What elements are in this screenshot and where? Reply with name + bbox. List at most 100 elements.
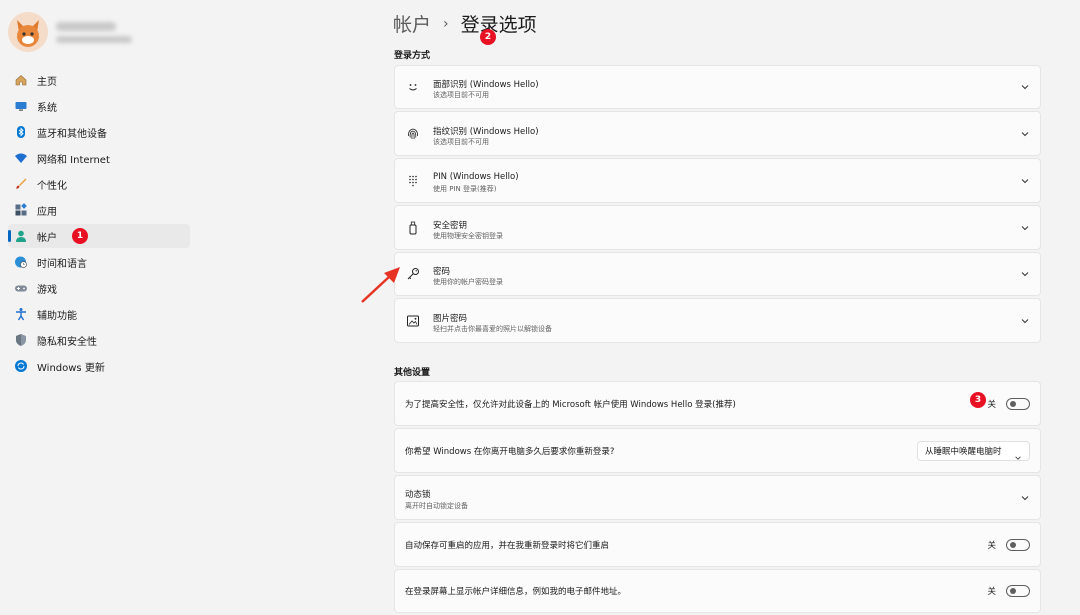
chevron-down-icon [1014,447,1022,466]
setting-subtitle: 离开时自动锁定设备 [405,502,468,510]
sidebar-item-label: 时间和语言 [37,258,87,270]
picture-icon [405,313,421,329]
sidebar-nav: 主页 系统 蓝牙和其他设备 网络和 Internet 个性化 应用 帐户 1 时… [8,68,190,380]
sidebar-item-gaming[interactable]: 游戏 [8,276,190,300]
login-option-picture-password[interactable]: 图片密码 轻扫并点击你最喜爱的照片以解锁设备 [394,298,1041,343]
shield-icon [14,333,28,347]
globe-clock-icon [14,255,28,269]
login-option-title: 密码 [433,267,451,277]
apps-icon [14,203,28,217]
section-title-login-methods: 登录方式 [394,51,431,61]
toggle-container: 关 [987,397,1030,410]
login-option-fingerprint[interactable]: 指纹识别 (Windows Hello) 该选项目前不可用 [394,111,1041,156]
chevron-down-icon [1020,493,1030,503]
page-title: 登录选项 [460,14,537,36]
breadcrumb-separator-icon: › [443,15,449,32]
toggle-container: 关 [987,585,1030,597]
setting-hello-only: 为了提高安全性，仅允许对此设备上的 Microsoft 帐户使用 Windows… [394,381,1041,426]
sidebar-item-system[interactable]: 系统 [8,94,190,118]
login-option-security-key[interactable]: 安全密钥 使用物理安全密钥登录 [394,205,1041,250]
sidebar-item-label: 应用 [37,206,57,218]
sidebar-item-label: 系统 [37,102,57,114]
login-option-title: 图片密码 [433,314,468,324]
update-icon [14,359,28,373]
home-icon [14,73,28,87]
setting-label: 自动保存可重启的应用，并在我重新登录时将它们重启 [405,540,610,551]
sidebar-item-label: 帐户 [37,232,57,244]
login-option-title: 安全密钥 [433,221,468,231]
toggle-state-label: 关 [987,540,996,551]
section-title-other-settings: 其他设置 [394,368,431,378]
sidebar-item-label: 网络和 Internet [37,154,110,166]
usb-key-icon [405,220,421,236]
key-icon [405,266,421,282]
monitor-icon [14,99,28,113]
pin-keypad-icon [405,173,421,189]
face-icon [405,79,421,95]
setting-label: 你希望 Windows 在你离开电脑多久后要求你重新登录? [405,446,615,457]
chevron-down-icon [1020,269,1030,279]
sidebar-item-windows-update[interactable]: Windows 更新 [8,354,190,378]
login-option-subtitle: 该选项目前不可用 [433,91,489,99]
login-option-subtitle: 使用物理安全密钥登录 [433,232,503,240]
login-option-subtitle: 使用你的帐户密码登录 [433,278,503,286]
sidebar-item-label: 主页 [37,76,57,88]
sidebar-item-apps[interactable]: 应用 [8,198,190,222]
sidebar: 主页 系统 蓝牙和其他设备 网络和 Internet 个性化 应用 帐户 1 时… [0,0,200,615]
login-option-pin[interactable]: PIN (Windows Hello) 使用 PIN 登录(推荐) [394,158,1041,203]
hello-only-toggle[interactable] [1006,397,1030,410]
sidebar-item-label: 个性化 [37,180,67,192]
annotation-arrow-icon [361,267,400,303]
toggle-container: 关 [987,538,1030,551]
login-option-title: 指纹识别 (Windows Hello) [433,127,539,137]
bluetooth-icon [14,125,28,139]
login-option-subtitle: 使用 PIN 登录(推荐) [433,185,497,193]
sidebar-item-label: 蓝牙和其他设备 [37,128,107,140]
sidebar-item-personalization[interactable]: 个性化 [8,172,190,196]
sidebar-item-label: Windows 更新 [37,362,105,374]
chevron-down-icon [1020,129,1030,139]
breadcrumb-parent[interactable]: 帐户 [393,10,431,37]
accessibility-icon [14,307,28,321]
gamepad-icon [14,281,28,295]
show-details-toggle[interactable] [1006,585,1030,597]
annotation-badge-1: 1 [72,228,88,244]
login-option-password[interactable]: 密码 使用你的帐户密码登录 [394,252,1041,296]
account-name-blurred [56,21,132,43]
annotation-badge-2: 2 [480,29,496,45]
sidebar-item-privacy[interactable]: 隐私和安全性 [8,328,190,352]
sidebar-item-label: 辅助功能 [37,310,77,322]
brush-icon [14,177,28,191]
sidebar-item-bluetooth[interactable]: 蓝牙和其他设备 [8,120,190,144]
sidebar-item-accounts[interactable]: 帐户 1 [8,224,190,248]
profile[interactable] [8,12,132,52]
sidebar-item-accessibility[interactable]: 辅助功能 [8,302,190,326]
setting-require-signin: 你希望 Windows 在你离开电脑多久后要求你重新登录? 从睡眠中唤醒电脑时 [394,428,1041,473]
chevron-down-icon [1020,223,1030,233]
wifi-icon [14,151,28,165]
login-option-title: PIN (Windows Hello) [433,172,519,182]
breadcrumb: 帐户 › 登录选项 [393,10,537,37]
sidebar-item-home[interactable]: 主页 [8,68,190,92]
person-icon [14,229,28,243]
toggle-state-label: 关 [987,587,996,597]
dropdown-value: 从睡眠中唤醒电脑时 [925,446,1002,457]
login-option-title: 面部识别 (Windows Hello) [433,80,539,90]
setting-label: 在登录屏幕上显示帐户详细信息，例如我的电子邮件地址。 [405,587,627,597]
restart-apps-toggle[interactable] [1006,538,1030,551]
sidebar-item-label: 游戏 [37,284,57,296]
setting-restart-apps: 自动保存可重启的应用，并在我重新登录时将它们重启 关 [394,522,1041,567]
setting-show-details: 在登录屏幕上显示帐户详细信息，例如我的电子邮件地址。 关 [394,569,1041,613]
chevron-down-icon [1020,316,1030,326]
setting-title: 动态锁 [405,490,431,500]
fingerprint-icon [405,126,421,142]
setting-dynamic-lock[interactable]: 动态锁 离开时自动锁定设备 [394,475,1041,520]
chevron-down-icon [1020,176,1030,186]
sidebar-item-time-language[interactable]: 时间和语言 [8,250,190,274]
login-option-face[interactable]: 面部识别 (Windows Hello) 该选项目前不可用 [394,65,1041,109]
avatar [8,12,48,52]
sidebar-item-network[interactable]: 网络和 Internet [8,146,190,170]
setting-label: 为了提高安全性，仅允许对此设备上的 Microsoft 帐户使用 Windows… [405,399,736,410]
annotation-badge-3: 3 [970,392,986,408]
require-signin-dropdown[interactable]: 从睡眠中唤醒电脑时 [917,440,1030,461]
